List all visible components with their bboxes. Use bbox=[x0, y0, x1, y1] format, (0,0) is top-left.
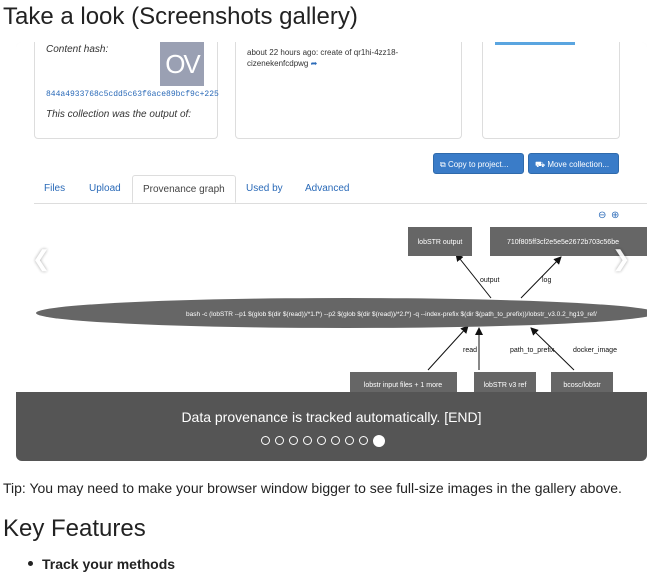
carousel-indicator-dot[interactable] bbox=[317, 436, 326, 445]
carousel-indicator-dot[interactable] bbox=[331, 436, 340, 445]
node-input-files-label: lobstr input files + 1 more bbox=[364, 382, 443, 389]
gallery-tip: Tip: You may need to make your browser w… bbox=[3, 480, 622, 496]
carousel-indicator-dot[interactable] bbox=[289, 436, 298, 445]
edge-read bbox=[427, 325, 469, 371]
carousel-indicators bbox=[261, 435, 385, 448]
carousel-slide-image: Content hash: OV 844a4933768c5cdd5c63f6a… bbox=[16, 42, 647, 392]
node-docker-label: bcosc/lobstr bbox=[563, 382, 601, 389]
carousel-indicator-dot[interactable] bbox=[373, 435, 385, 447]
carousel-indicator-dot[interactable] bbox=[261, 436, 270, 445]
screenshots-carousel[interactable]: Content hash: OV 844a4933768c5cdd5c63f6a… bbox=[16, 42, 647, 461]
node-hash-label: 710f805ff3cf2e5e5e2672b703c56be bbox=[507, 239, 619, 246]
edge-label-log: log bbox=[542, 277, 551, 284]
key-features-heading: Key Features bbox=[3, 515, 146, 542]
carousel-indicator-dot[interactable] bbox=[275, 436, 284, 445]
carousel-caption: Data provenance is tracked automatically… bbox=[16, 392, 647, 461]
node-bash-command-label: bash -c (lobSTR --p1 $(glob $(dir $(read… bbox=[186, 311, 597, 318]
edge-log bbox=[520, 256, 562, 299]
edge-label-output: output bbox=[480, 277, 500, 284]
carousel-indicator-dot[interactable] bbox=[359, 436, 368, 445]
carousel-next-arrow-icon[interactable]: ❯ bbox=[612, 246, 630, 272]
carousel-caption-text: Data provenance is tracked automatically… bbox=[181, 409, 482, 425]
page-heading: Take a look (Screenshots gallery) bbox=[3, 3, 358, 30]
carousel-prev-arrow-icon[interactable]: ❮ bbox=[32, 246, 50, 272]
node-ref-label: lobSTR v3 ref bbox=[484, 382, 527, 389]
node-lobstr-output-label: lobSTR output bbox=[418, 239, 463, 246]
provenance-graph: output log read path_to_prefix docker_im… bbox=[36, 227, 647, 392]
carousel-indicator-dot[interactable] bbox=[345, 436, 354, 445]
edge-label-docker-image: docker_image bbox=[573, 347, 617, 354]
feature-item: Track your methods bbox=[42, 556, 176, 572]
carousel-indicator-dot[interactable] bbox=[303, 436, 312, 445]
edge-label-read: read bbox=[463, 347, 477, 354]
edge-output bbox=[455, 253, 492, 299]
edge-label-path-to-prefix: path_to_prefix bbox=[510, 347, 555, 354]
